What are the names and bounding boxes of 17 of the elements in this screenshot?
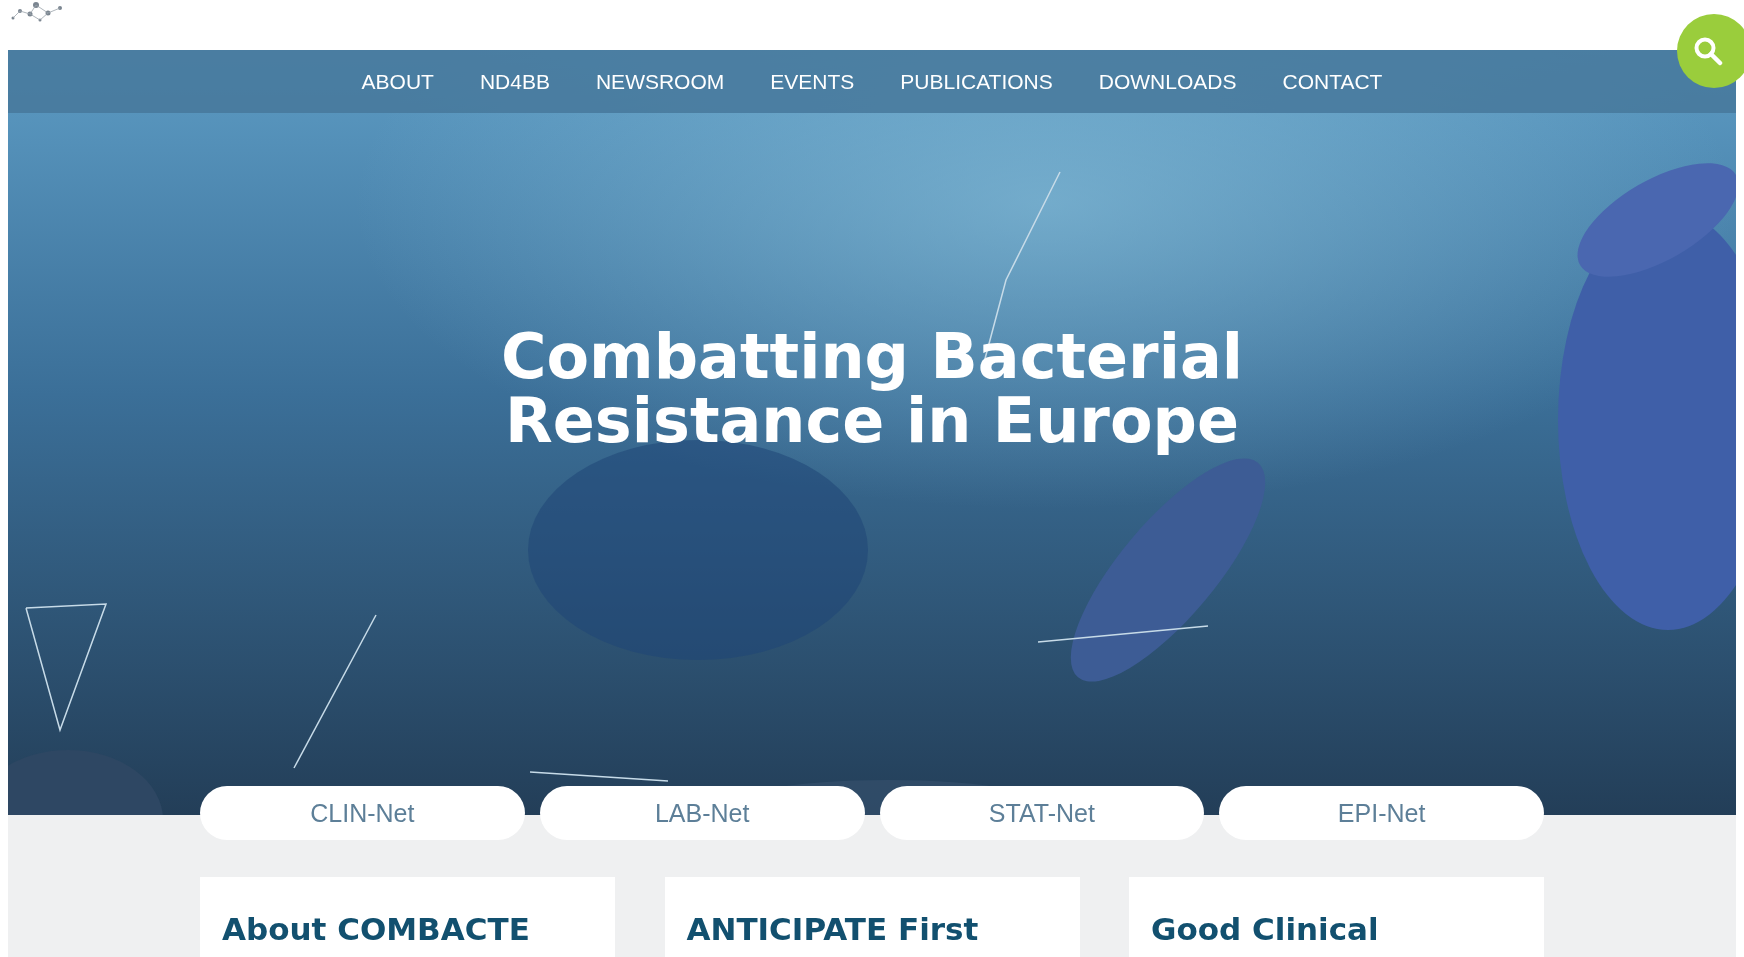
card-title: Good Clinical bbox=[1151, 911, 1380, 947]
network-tab[interactable]: STAT-Net bbox=[879, 786, 1205, 840]
nav-link[interactable]: DOWNLOADS bbox=[1098, 69, 1237, 94]
card-title: ANTICIPATE First bbox=[686, 911, 980, 947]
nav-link[interactable]: CONTACT bbox=[1282, 69, 1383, 94]
network-tab[interactable]: EPI-Net bbox=[1219, 786, 1544, 840]
card-title: About COMBACTE bbox=[222, 911, 531, 947]
nav-link[interactable]: ABOUT bbox=[361, 69, 434, 94]
nav-link[interactable]: EVENTS bbox=[770, 69, 855, 94]
hero-title: Combatting Bacterial Resistance in Europe bbox=[500, 325, 1244, 453]
search-button[interactable] bbox=[1677, 14, 1744, 88]
nav-link[interactable]: NEWSROOM bbox=[595, 69, 725, 94]
search-icon bbox=[1693, 36, 1723, 66]
network-tab[interactable]: LAB-Net bbox=[539, 786, 865, 840]
nav-link[interactable]: ND4BB bbox=[479, 69, 550, 94]
network-tab[interactable]: CLIN-Net bbox=[200, 786, 525, 840]
nav-link[interactable]: PUBLICATIONS bbox=[900, 69, 1053, 94]
